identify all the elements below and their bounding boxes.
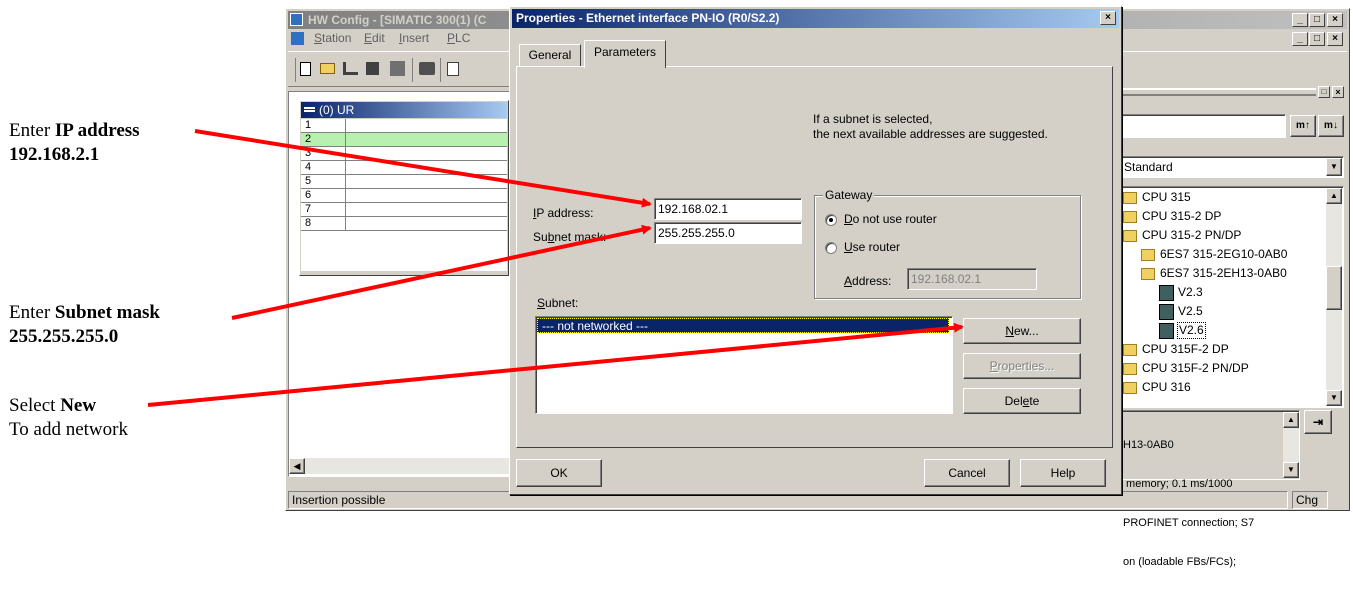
tab-parameters[interactable]: Parameters [584, 40, 666, 68]
info-line: on (loadable FBs/FCs); [1123, 556, 1237, 568]
arrow-new [147, 322, 964, 407]
arrow-ip [194, 129, 652, 208]
arrow-subnet [231, 224, 652, 320]
tab-parameters-label: Parameters [593, 45, 657, 59]
callout-arrows [147, 129, 964, 407]
info-line: PROFINET connection; S7 [1123, 517, 1255, 529]
